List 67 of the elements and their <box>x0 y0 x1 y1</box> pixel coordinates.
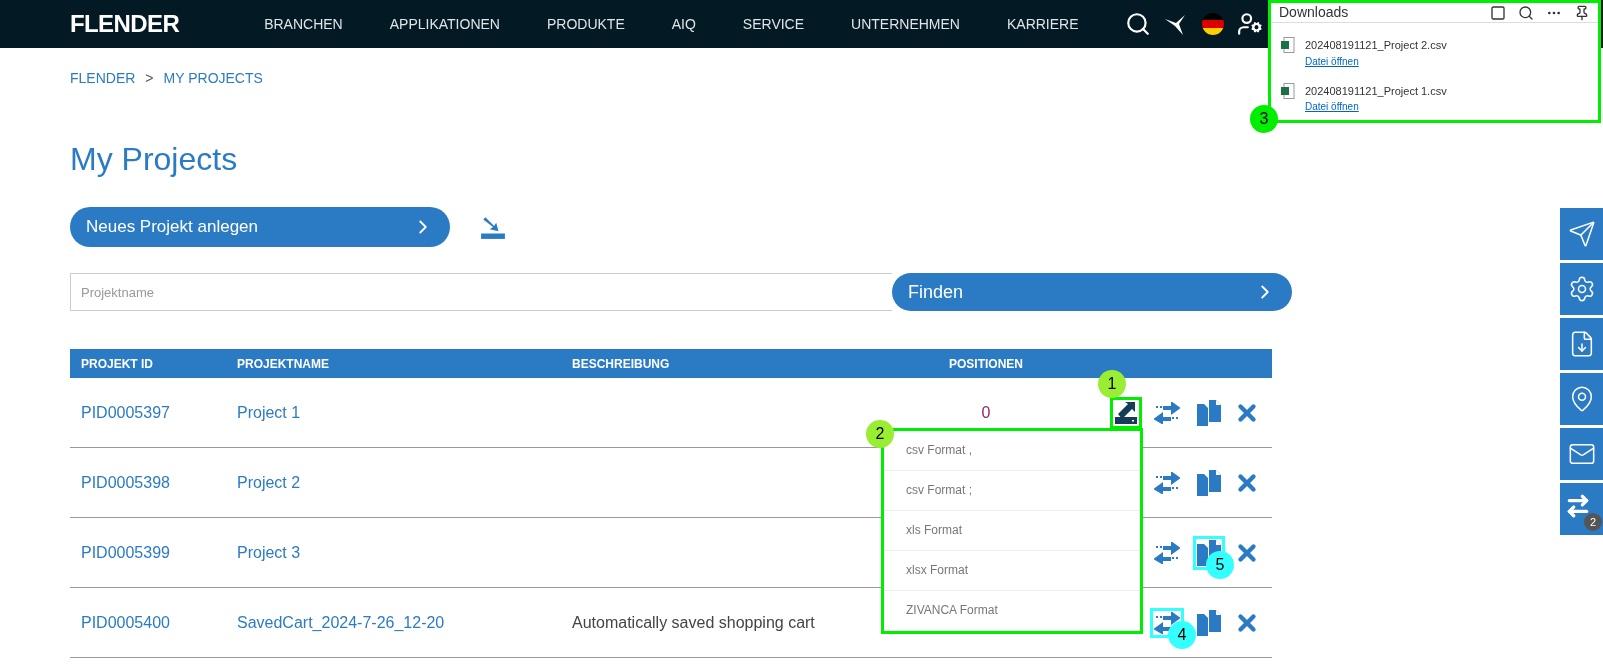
column-header: PROJEKT ID <box>81 355 154 373</box>
page-title: My Projects <box>70 140 239 179</box>
menu-item[interactable]: csv Format ; <box>884 470 1140 511</box>
project-name-link[interactable]: Project 1 <box>237 400 572 425</box>
column-header: PROJEKTNAME <box>237 355 330 373</box>
annotation-number: 4 <box>1168 621 1196 649</box>
project-name-field[interactable]: Projektname <box>70 273 892 311</box>
swap-arrows-icon[interactable] <box>1154 471 1180 494</box>
positions-count: 0 <box>981 402 991 423</box>
nav-link[interactable]: SERVICE <box>742 13 805 35</box>
side-toolbar-button[interactable] <box>1560 208 1603 260</box>
file-name: 202408191121_Project 2.csv <box>1305 38 1447 53</box>
import-icon[interactable] <box>480 214 506 240</box>
nav-link[interactable]: BRANCHEN <box>264 13 343 35</box>
user-icon[interactable] <box>1236 11 1263 37</box>
nav-link[interactable]: APPLIKATIONEN <box>389 13 500 35</box>
new-project-button[interactable]: Neues Projekt anlegen <box>70 207 450 247</box>
file-name: 202408191121_Project 1.csv <box>1305 83 1447 99</box>
find-button[interactable]: Finden <box>892 273 1292 311</box>
project-name-link[interactable]: SavedCart_2024-7-26_12-20 <box>237 610 572 635</box>
menu-item[interactable]: xlsx Format <box>884 550 1140 591</box>
search-icon[interactable] <box>1124 11 1151 37</box>
nav-link[interactable]: UNTERNEHMEN <box>851 13 960 35</box>
nav-link[interactable]: PRODUKTE <box>546 13 625 35</box>
open-file-link[interactable]: Datei öffnen <box>1305 99 1447 114</box>
menu-item[interactable]: ZIVANCA Format <box>884 590 1140 631</box>
swap-arrows-icon[interactable] <box>1154 401 1180 424</box>
annotation-number: 3 <box>1250 105 1278 133</box>
logo[interactable]: FLENDER <box>70 6 180 42</box>
annotation-number: 1 <box>1098 370 1126 398</box>
breadcrumb-item: > <box>145 69 154 88</box>
project-name-link[interactable]: Project 2 <box>237 470 572 495</box>
flag-icon[interactable] <box>1200 12 1225 36</box>
paper-plane-icon <box>1567 220 1596 248</box>
project-id-link[interactable]: PID0005399 <box>81 540 237 565</box>
breadcrumb-item[interactable]: MY PROJECTS <box>163 68 263 89</box>
project-id-link[interactable]: PID0005398 <box>81 470 237 495</box>
swap-arrows-icon[interactable] <box>1154 611 1180 634</box>
annotation-number: 2 <box>866 420 894 448</box>
pin-icon[interactable] <box>1574 4 1590 21</box>
spreadsheet-file-icon <box>1281 82 1295 99</box>
count-badge: 2 <box>1584 513 1602 531</box>
project-name-link[interactable]: Project 3 <box>237 540 572 565</box>
search-icon[interactable] <box>1518 4 1534 21</box>
project-id-link[interactable]: PID0005400 <box>81 610 237 635</box>
side-toolbar-button[interactable] <box>1560 318 1603 370</box>
documents-icon[interactable] <box>1197 469 1221 496</box>
square-icon[interactable] <box>1490 4 1506 21</box>
menu-item[interactable]: xls Format <box>884 510 1140 551</box>
description-text: Automatically saved shopping cart <box>572 612 815 633</box>
side-toolbar-button[interactable] <box>1560 263 1603 315</box>
nav-link[interactable]: KARRIERE <box>1006 13 1079 35</box>
side-toolbar-button[interactable] <box>1560 373 1603 425</box>
documents-icon[interactable] <box>1197 399 1221 426</box>
column-header: POSITIONEN <box>948 355 1024 373</box>
nav-link[interactable]: AIQ <box>671 13 696 35</box>
swap-arrows-icon[interactable] <box>1154 541 1180 564</box>
side-toolbar-button[interactable] <box>1560 428 1603 480</box>
project-id-link[interactable]: PID0005397 <box>81 400 237 425</box>
spreadsheet-file-icon <box>1281 37 1295 53</box>
panel-title: Downloads <box>1279 3 1349 22</box>
open-file-link[interactable]: Datei öffnen <box>1305 53 1447 69</box>
documents-icon[interactable] <box>1197 609 1221 636</box>
annotation-number: 5 <box>1206 551 1234 579</box>
column-header: BESCHREIBUNG <box>572 355 671 373</box>
compare-side-button[interactable]: 2 <box>1560 483 1603 535</box>
breadcrumb-item[interactable]: FLENDER <box>70 68 136 89</box>
